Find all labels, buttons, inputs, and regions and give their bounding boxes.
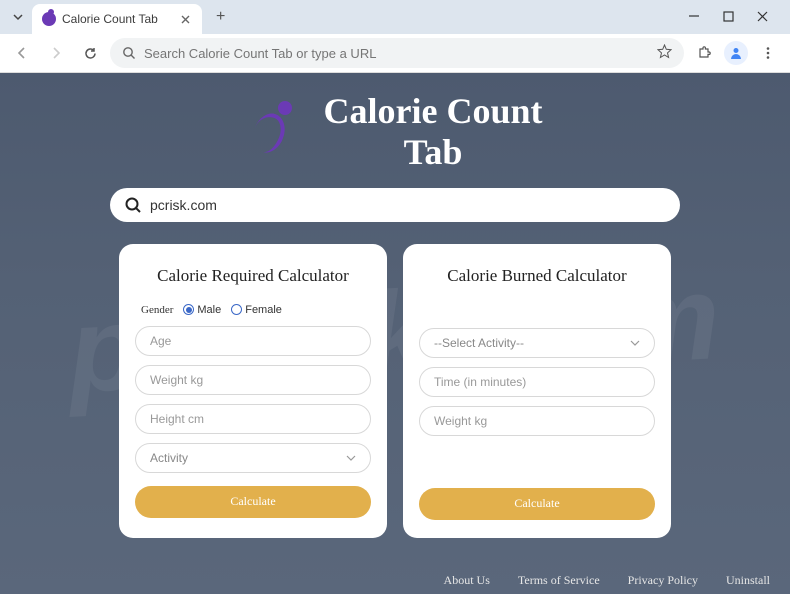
person-icon [728,45,744,61]
chevron-down-icon [346,452,356,464]
card-title: Calorie Required Calculator [135,266,371,286]
tos-link[interactable]: Terms of Service [518,573,600,588]
reload-icon [83,46,98,61]
placeholder-text: Height cm [150,412,204,426]
address-bar[interactable] [110,38,684,68]
chevron-down-icon [630,337,640,349]
profile-button[interactable] [724,41,748,65]
close-window-button[interactable] [754,10,770,25]
toolbar [0,34,790,72]
uninstall-link[interactable]: Uninstall [726,573,770,588]
maximize-button[interactable] [720,10,736,25]
placeholder-text: Time (in minutes) [434,375,526,389]
age-field[interactable]: Age [135,326,371,356]
tab-bar: Calorie Count Tab + [0,0,790,34]
gender-female-radio[interactable]: Female [231,304,282,316]
placeholder-text: Weight kg [150,373,203,387]
radio-icon [183,304,194,315]
card-title: Calorie Burned Calculator [419,266,655,286]
placeholder-text: Weight kg [434,414,487,428]
close-tab-button[interactable] [179,12,192,27]
calorie-required-card: Calorie Required Calculator Gender Male … [119,244,387,538]
spacer [419,304,655,328]
burned-activity-select[interactable]: --Select Activity-- [419,328,655,358]
back-button[interactable] [8,39,36,67]
dots-vertical-icon [761,46,775,60]
new-tab-button[interactable]: + [210,5,231,29]
footer-links: About Us Terms of Service Privacy Policy… [444,573,770,588]
female-label: Female [245,304,282,316]
calculator-cards: Calorie Required Calculator Gender Male … [0,244,790,538]
arrow-right-icon [48,45,64,61]
bookmark-button[interactable] [657,44,672,62]
page-title: Calorie Count Tab [324,91,543,174]
height-field[interactable]: Height cm [135,404,371,434]
menu-button[interactable] [754,39,782,67]
browser-tab[interactable]: Calorie Count Tab [32,4,202,34]
privacy-link[interactable]: Privacy Policy [628,573,698,588]
time-field[interactable]: Time (in minutes) [419,367,655,397]
browser-chrome: Calorie Count Tab + [0,0,790,73]
weight-field[interactable]: Weight kg [135,365,371,395]
gender-row: Gender Male Female [141,304,365,316]
search-input[interactable] [150,197,666,213]
chevron-down-icon [12,11,24,23]
male-label: Male [197,304,221,316]
search-icon [122,46,136,60]
calculate-burned-button[interactable]: Calculate [419,488,655,520]
burned-weight-field[interactable]: Weight kg [419,406,655,436]
minimize-button[interactable] [686,10,702,25]
spacer [419,445,655,484]
about-link[interactable]: About Us [444,573,490,588]
search-icon [124,196,142,214]
tabs-dropdown-button[interactable] [8,7,28,27]
search-bar[interactable] [110,188,680,222]
title-line2: Tab [324,132,543,173]
placeholder-text: --Select Activity-- [434,336,524,350]
gender-male-radio[interactable]: Male [183,304,221,316]
calorie-burned-card: Calorie Burned Calculator --Select Activ… [403,244,671,538]
title-line1: Calorie Count [324,91,543,132]
reload-button[interactable] [76,39,104,67]
close-icon [181,15,190,24]
placeholder-text: Age [150,334,171,348]
hero: Calorie Count Tab [0,73,790,174]
tab-title: Calorie Count Tab [62,12,158,26]
activity-select[interactable]: Activity [135,443,371,473]
minimize-icon [688,10,700,22]
gender-label: Gender [141,304,173,316]
tab-favicon-icon [42,12,56,26]
app-logo-icon [248,101,306,159]
maximize-icon [723,11,734,22]
page-content: pcrisk.com Calorie Count Tab Calorie Req… [0,73,790,594]
forward-button[interactable] [42,39,70,67]
star-icon [657,44,672,59]
puzzle-icon [696,45,712,61]
placeholder-text: Activity [150,451,188,465]
calculate-required-button[interactable]: Calculate [135,486,371,518]
close-icon [757,11,768,22]
radio-icon [231,304,242,315]
window-controls [686,10,782,25]
omnibox-input[interactable] [144,46,649,61]
extensions-button[interactable] [690,39,718,67]
arrow-left-icon [14,45,30,61]
